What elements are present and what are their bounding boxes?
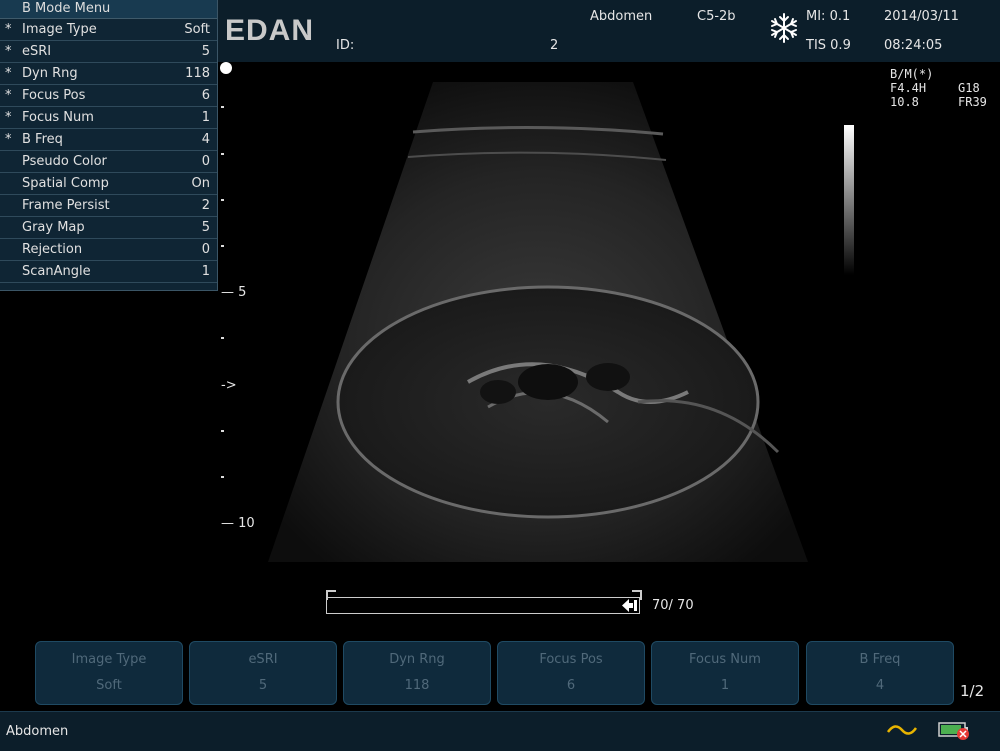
menu-item-label: B Freq: [22, 132, 63, 147]
menu-item-focus-pos[interactable]: * Focus Pos 6: [0, 85, 217, 107]
softkey-focus-pos[interactable]: Focus Pos 6: [497, 641, 645, 705]
menu-item-frame-persist[interactable]: Frame Persist 2: [0, 195, 217, 217]
probe-name: C5-2b: [697, 9, 736, 24]
depth-tick: [221, 199, 224, 201]
menu-item-label: Dyn Rng: [22, 66, 78, 81]
softkey-value: 1: [720, 678, 730, 693]
patient-id-value: 2: [550, 38, 559, 53]
menu-item-focus-num[interactable]: * Focus Num 1: [0, 107, 217, 129]
softkey-image-type[interactable]: Image Type Soft: [35, 641, 183, 705]
menu-item-label: eSRI: [22, 44, 52, 59]
cine-frame-count: 70/ 70: [652, 598, 694, 613]
cine-progress-bar[interactable]: [326, 597, 640, 614]
frame-rate: FR39: [958, 95, 987, 109]
b-mode-menu: B Mode Menu * Image Type Soft * eSRI 5 * Dyn …: [0, 0, 218, 291]
menu-item-value: 5: [201, 44, 210, 59]
orientation-marker: [220, 62, 232, 74]
softkey-value: 118: [404, 678, 430, 693]
menu-item-value: 5: [201, 220, 210, 235]
softkey-label: B Freq: [859, 652, 901, 667]
depth-tick: [221, 245, 224, 247]
depth-tick: [221, 430, 224, 432]
depth-label-5: — 5: [221, 285, 247, 300]
softkey-value: 6: [566, 678, 576, 693]
status-exam: Abdomen: [6, 724, 69, 739]
menu-item-label: Rejection: [22, 242, 83, 257]
softkey-dyn-rng[interactable]: Dyn Rng 118: [343, 641, 491, 705]
status-bar: Abdomen: [0, 711, 1000, 751]
depth-label-10: — 10: [221, 516, 255, 531]
menu-item-scan-angle[interactable]: ScanAngle 1: [0, 261, 217, 283]
menu-item-label: Image Type: [22, 22, 97, 37]
menu-item-value: 2: [201, 198, 210, 213]
menu-item-label: Gray Map: [22, 220, 85, 235]
menu-item-label: Focus Num: [22, 110, 94, 125]
depth-tick: [221, 337, 224, 339]
softkey-value: Soft: [96, 678, 122, 693]
menu-item-spatial-comp[interactable]: Spatial Comp On: [0, 173, 217, 195]
wave-icon: [886, 725, 918, 735]
freq-label: F4.4H: [890, 81, 927, 95]
menu-item-value: 6: [201, 88, 210, 103]
softkey-esri[interactable]: eSRI 5: [189, 641, 337, 705]
cine-arrow-icon[interactable]: [622, 599, 638, 612]
menu-item-label: ScanAngle: [22, 264, 91, 279]
patient-id-label: ID:: [336, 38, 355, 53]
depth-tick: [221, 106, 224, 108]
softkey-value: 5: [258, 678, 268, 693]
menu-item-label: Frame Persist: [22, 198, 110, 213]
softkey-b-freq[interactable]: B Freq 4: [806, 641, 954, 705]
depth-tick: [221, 476, 224, 478]
menu-item-label: Spatial Comp: [22, 176, 109, 191]
menu-item-value: Soft: [184, 22, 210, 37]
focus-marker: ->: [221, 378, 237, 393]
menu-item-value: On: [191, 176, 210, 191]
menu-item-value: 0: [201, 242, 210, 257]
time-display: 08:24:05: [884, 38, 943, 53]
menu-item-label: Focus Pos: [22, 88, 86, 103]
menu-item-label: Pseudo Color: [22, 154, 107, 169]
menu-item-b-freq[interactable]: * B Freq 4: [0, 129, 217, 151]
softkey-label: Image Type: [71, 652, 147, 667]
snowflake-icon[interactable]: [768, 12, 800, 44]
softkey-label: Focus Num: [689, 652, 761, 667]
menu-item-value: 4: [201, 132, 210, 147]
page-indicator[interactable]: 1/2: [960, 682, 984, 700]
softkey-value: 4: [875, 678, 885, 693]
mode-label: B/M(*): [890, 67, 934, 81]
gain-label: G18: [958, 81, 980, 95]
menu-item-pseudo-color[interactable]: Pseudo Color 0: [0, 151, 217, 173]
softkey-focus-num[interactable]: Focus Num 1: [651, 641, 799, 705]
menu-item-value: 1: [201, 264, 210, 279]
menu-item-value: 1: [201, 110, 210, 125]
battery-icon: [938, 722, 969, 740]
softkey-label: eSRI: [248, 652, 278, 667]
gray-scale-bar: [844, 125, 854, 275]
ultrasound-image[interactable]: [218, 62, 1000, 637]
menu-item-esri[interactable]: * eSRI 5: [0, 41, 217, 63]
menu-item-image-type[interactable]: * Image Type Soft: [0, 19, 217, 41]
mi-index: MI: 0.1: [806, 9, 851, 24]
menu-title: B Mode Menu: [0, 0, 217, 19]
depth-value: 10.8: [890, 95, 919, 109]
date-display: 2014/03/11: [884, 9, 959, 24]
menu-item-value: 118: [185, 66, 210, 81]
menu-item-gray-map[interactable]: Gray Map 5: [0, 217, 217, 239]
tis-index: TIS 0.9: [806, 38, 851, 53]
menu-item-value: 0: [201, 154, 210, 169]
menu-item-dyn-rng[interactable]: * Dyn Rng 118: [0, 63, 217, 85]
softkey-label: Focus Pos: [539, 652, 603, 667]
depth-tick: [221, 153, 224, 155]
menu-item-rejection[interactable]: Rejection 0: [0, 239, 217, 261]
brand-logo: EDAN: [225, 14, 315, 47]
softkey-label: Dyn Rng: [389, 652, 445, 667]
exam-type: Abdomen: [590, 9, 653, 24]
